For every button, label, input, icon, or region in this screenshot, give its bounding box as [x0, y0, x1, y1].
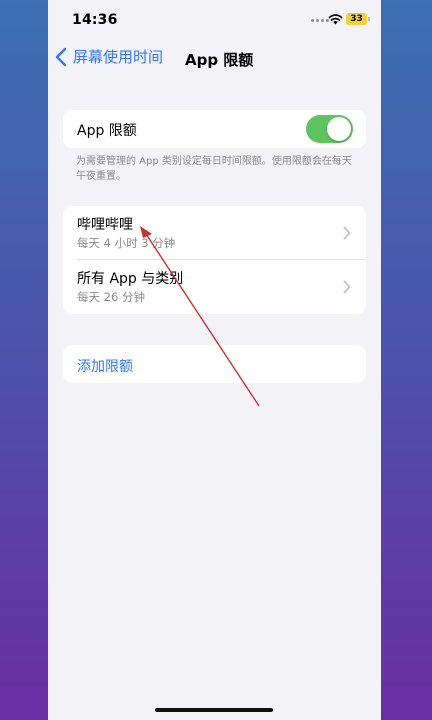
chevron-right-icon [343, 226, 351, 240]
app-limit-toggle-row: App 限额 [63, 110, 366, 148]
app-limit-toggle[interactable] [306, 115, 353, 143]
toggle-knob [327, 117, 351, 141]
limits-list: 哔哩哔哩 每天 4 小时 3 分钟 所有 App 与类别 每天 26 分钟 [63, 206, 366, 314]
limit-item-bilibili[interactable]: 哔哩哔哩 每天 4 小时 3 分钟 [63, 206, 366, 260]
limit-item-title: 所有 App 与类别 [77, 271, 184, 287]
limit-item-subtitle: 每天 26 分钟 [77, 290, 145, 304]
limit-item-subtitle: 每天 4 小时 3 分钟 [77, 236, 176, 250]
back-button-label: 屏幕使用时间 [73, 48, 164, 66]
navigation-bar: 屏幕使用时间 App 限额 [48, 44, 381, 74]
app-limit-footnote: 为需要管理的 App 类别设定每日时间限额。使用限额会在每天午夜重置。 [76, 156, 352, 182]
app-limit-toggle-card: App 限额 [63, 110, 366, 148]
back-button[interactable]: 屏幕使用时间 [54, 46, 163, 67]
phone-screen: 14:36 33 屏幕使用时间 App 限额 App 限额 为需要管理的 App… [48, 0, 381, 720]
chevron-right-icon [343, 280, 351, 294]
chevron-left-icon [55, 47, 67, 66]
page-title: App 限额 [185, 51, 254, 69]
limit-item-all-apps[interactable]: 所有 App 与类别 每天 26 分钟 [63, 260, 366, 314]
limit-item-title: 哔哩哔哩 [77, 217, 133, 233]
app-limit-toggle-label: App 限额 [77, 123, 137, 139]
wifi-icon [328, 14, 343, 25]
add-limit-label: 添加限额 [77, 359, 133, 375]
cellular-signal-icon [311, 19, 329, 22]
battery-icon: 33 [346, 13, 370, 25]
status-time: 14:36 [72, 12, 118, 28]
add-limit-button[interactable]: 添加限额 [63, 345, 366, 383]
status-bar: 14:36 33 [48, 0, 381, 40]
home-indicator [155, 708, 273, 712]
